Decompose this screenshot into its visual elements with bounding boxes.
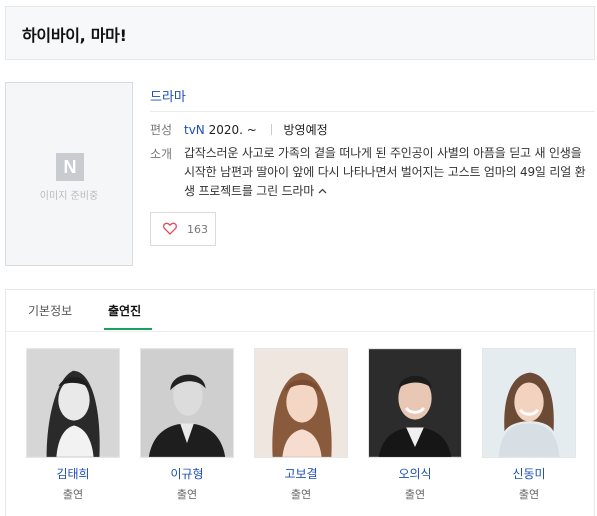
person-photo-icon — [483, 349, 575, 457]
cast-name[interactable]: 신동미 — [482, 465, 576, 482]
cast-photo[interactable] — [254, 348, 348, 458]
genre-link[interactable]: 드라마 — [150, 86, 186, 105]
person-photo-icon — [27, 349, 119, 457]
tab-bar: 기본정보 출연진 — [6, 290, 594, 331]
channel-link[interactable]: tvN — [184, 123, 205, 137]
cast-item[interactable]: 오의식 출연 — [368, 348, 462, 502]
synopsis-text: 갑작스러운 사고로 가족의 곁을 떠나게 된 주인공이 사별의 아픔을 딛고 새… — [184, 146, 586, 198]
poster-placeholder[interactable]: N 이미지 준비중 — [5, 82, 133, 266]
cast-item[interactable]: 김태희 출연 — [26, 348, 120, 502]
broadcast-year: 2020. ~ — [208, 123, 257, 137]
cast-role: 출연 — [404, 488, 426, 501]
person-photo-icon — [369, 349, 461, 457]
like-button[interactable]: 163 — [150, 212, 216, 246]
heart-icon — [163, 220, 177, 239]
cast-role: 출연 — [62, 488, 84, 501]
person-photo-icon — [141, 349, 233, 457]
naver-logo-icon: N — [56, 153, 84, 181]
schedule-label: 편성 — [150, 123, 173, 137]
divider — [150, 111, 595, 112]
schedule-value: tvN 2020. ~ 방영예정 — [184, 121, 328, 138]
cast-role: 출연 — [290, 488, 312, 501]
cast-name[interactable]: 고보결 — [254, 465, 348, 482]
cast-item[interactable]: 신동미 출연 — [482, 348, 576, 502]
like-count: 163 — [187, 222, 208, 236]
cast-name[interactable]: 김태희 — [26, 465, 120, 482]
poster-placeholder-text: 이미지 준비중 — [39, 191, 99, 202]
separator — [270, 124, 272, 135]
tab-panel: 기본정보 출연진 김태희 출연 이규형 출연 고보결 출연 오의식 출연 신동미… — [5, 289, 595, 516]
cast-role: 출연 — [518, 488, 540, 501]
cast-photo[interactable] — [482, 348, 576, 458]
tab-cast[interactable]: 출연진 — [108, 302, 141, 319]
cast-photo[interactable] — [140, 348, 234, 458]
chevron-up-icon[interactable] — [318, 187, 327, 198]
tab-divider — [6, 331, 594, 332]
synopsis: 갑작스러운 사고로 가족의 곁을 떠나게 된 주인공이 사별의 아픔을 딛고 새… — [184, 144, 594, 202]
active-tab-indicator — [104, 328, 152, 330]
cast-role: 출연 — [176, 488, 198, 501]
tab-basic-info[interactable]: 기본정보 — [28, 302, 72, 319]
cast-item[interactable]: 이규형 출연 — [140, 348, 234, 502]
page-title: 하이바이, 마마! — [22, 26, 127, 45]
cast-name[interactable]: 이규형 — [140, 465, 234, 482]
cast-name[interactable]: 오의식 — [368, 465, 462, 482]
cast-photo[interactable] — [26, 348, 120, 458]
cast-item[interactable]: 고보결 출연 — [254, 348, 348, 502]
synopsis-label: 소개 — [150, 147, 173, 161]
cast-photo[interactable] — [368, 348, 462, 458]
broadcast-status: 방영예정 — [283, 123, 328, 137]
title-bar: 하이바이, 마마! — [5, 6, 595, 60]
person-photo-icon — [255, 349, 347, 457]
